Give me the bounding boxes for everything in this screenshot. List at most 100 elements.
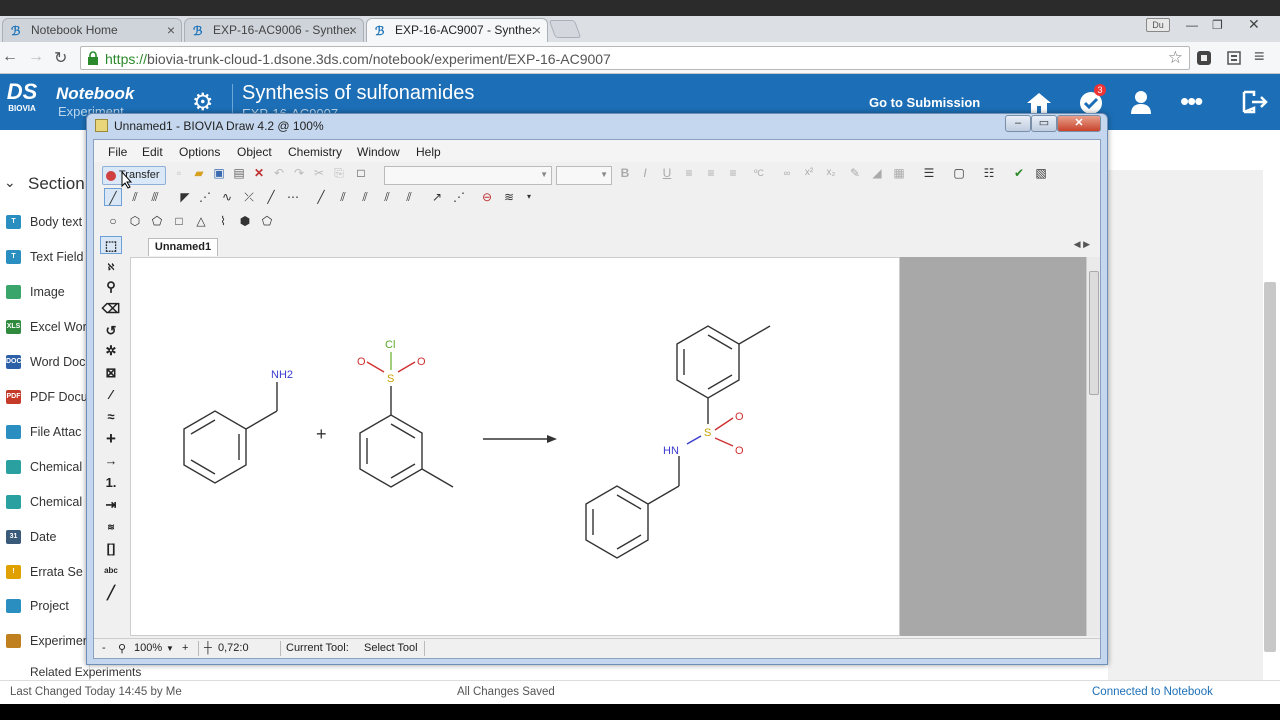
- user-profile-badge[interactable]: Du: [1146, 18, 1170, 32]
- triangle-ring-icon[interactable]: △: [192, 212, 210, 230]
- bond-options-icon[interactable]: ≋: [500, 188, 518, 206]
- section-item[interactable]: File Attac: [0, 421, 90, 443]
- tab-exp-9006[interactable]: ℬ EXP-16-AC9006 - Synthe: ×: [184, 18, 364, 42]
- canvas-vertical-scrollbar[interactable]: [1086, 257, 1100, 636]
- chain-tool-icon[interactable]: ∕: [100, 386, 122, 404]
- reader-icon[interactable]: [1226, 50, 1242, 66]
- benzene-ring-icon[interactable]: ⬢: [236, 212, 254, 230]
- close-icon[interactable]: ×: [167, 22, 175, 38]
- draw-minimize-button[interactable]: –: [1005, 115, 1031, 132]
- tab-scroll-arrows-icon[interactable]: ◀ ▶: [1074, 239, 1090, 250]
- font-name-combo[interactable]: ▼: [384, 166, 552, 185]
- home-icon[interactable]: [1026, 92, 1052, 114]
- section-item[interactable]: 31 Date: [0, 526, 90, 548]
- user-icon[interactable]: [1130, 90, 1152, 114]
- italic-icon[interactable]: I: [636, 164, 654, 182]
- menu-help[interactable]: Help: [416, 145, 441, 159]
- square-ring-icon[interactable]: □: [170, 212, 188, 230]
- delete-icon[interactable]: ✕: [250, 164, 268, 182]
- section-header[interactable]: Section: [0, 174, 90, 196]
- zoom-out-button[interactable]: -: [102, 642, 106, 654]
- line-style-icon[interactable]: ☷: [980, 164, 998, 182]
- close-icon[interactable]: ×: [533, 22, 541, 38]
- single-bond-icon[interactable]: ╱: [104, 188, 122, 206]
- line-width-icon[interactable]: ☰: [920, 164, 938, 182]
- draw-titlebar[interactable]: Unnamed1 - BIOVIA Draw 4.2 @ 100% – ▭ ✕: [87, 114, 1107, 138]
- extension-icon[interactable]: [1196, 50, 1212, 66]
- underline-icon[interactable]: U: [658, 164, 676, 182]
- section-item[interactable]: XLS Excel Wor: [0, 316, 90, 338]
- bracket-tool-icon[interactable]: []: [100, 540, 122, 558]
- wavy-bond-icon[interactable]: ∿: [218, 188, 236, 206]
- grid-icon[interactable]: ▧: [1032, 164, 1050, 182]
- menu-options[interactable]: Options: [179, 145, 220, 159]
- bold-icon[interactable]: B: [616, 164, 634, 182]
- section-item[interactable]: Experimen: [0, 630, 90, 652]
- reactant-tosyl-chloride[interactable]: [359, 352, 454, 488]
- bond-select-icon[interactable]: ⊠: [100, 364, 122, 382]
- redo-icon[interactable]: ↷: [290, 164, 308, 182]
- atom-map-tool-icon[interactable]: ≋: [100, 518, 122, 536]
- reload-icon[interactable]: ↻: [54, 48, 67, 68]
- stereo-icon[interactable]: ⊖: [478, 188, 496, 206]
- product-sulfonamide[interactable]: [585, 325, 771, 559]
- lasso-tool-icon[interactable]: ℵ: [100, 258, 122, 276]
- double-either-bond-icon[interactable]: ⫽: [334, 188, 352, 206]
- forward-arrow-icon[interactable]: →: [28, 48, 44, 66]
- bookmark-star-icon[interactable]: ☆: [1168, 48, 1183, 68]
- align-center-icon[interactable]: ≡: [702, 164, 720, 182]
- save-icon[interactable]: ▣: [210, 164, 228, 182]
- select-tool-icon[interactable]: ⬚: [100, 236, 122, 254]
- draw-close-button[interactable]: ✕: [1057, 115, 1101, 132]
- line-tool-icon[interactable]: ╱: [100, 584, 122, 602]
- pen-color-icon[interactable]: ✎: [846, 164, 864, 182]
- zoom-in-button[interactable]: +: [182, 642, 188, 654]
- copy-icon[interactable]: ⎘: [330, 164, 348, 182]
- plus-tool-icon[interactable]: +: [100, 430, 122, 448]
- hatch-icon[interactable]: ▦: [890, 164, 908, 182]
- section-item[interactable]: DOC Word Doc: [0, 351, 90, 373]
- wavy-line-tool-icon[interactable]: ≈: [100, 408, 122, 426]
- drawing-canvas[interactable]: NH2 + Cl S O O S O O HN: [130, 257, 900, 636]
- transfer-button[interactable]: Transfer: [102, 166, 166, 185]
- maximize-icon[interactable]: ❐: [1212, 18, 1223, 32]
- reactant-benzylamine[interactable]: [183, 382, 278, 484]
- border-icon[interactable]: ▢: [950, 164, 968, 182]
- tab-exp-9007[interactable]: ℬ EXP-16-AC9007 - Synthe: ×: [366, 18, 548, 42]
- open-folder-icon[interactable]: ▰: [190, 164, 208, 182]
- close-window-icon[interactable]: ✕: [1248, 16, 1260, 33]
- more-icon[interactable]: •••: [1180, 86, 1203, 117]
- tab-notebook-home[interactable]: ℬ Notebook Home ×: [2, 18, 182, 42]
- close-icon[interactable]: ×: [349, 22, 357, 38]
- browser-menu-icon[interactable]: ≡: [1254, 46, 1265, 67]
- dashed-bond-icon[interactable]: ⋯: [284, 188, 302, 206]
- superscript-icon[interactable]: x²: [800, 164, 818, 182]
- section-item[interactable]: Chemical: [0, 456, 90, 478]
- chain-icon[interactable]: ⌇: [214, 212, 232, 230]
- back-arrow-icon[interactable]: ←: [2, 48, 18, 66]
- special-char-icon[interactable]: ºC: [750, 164, 768, 182]
- cut-icon[interactable]: ✂: [310, 164, 328, 182]
- menu-object[interactable]: Object: [237, 145, 272, 159]
- section-item[interactable]: Image: [0, 281, 90, 303]
- rotate-tool-icon[interactable]: ↺: [100, 322, 122, 340]
- single-aromatic-bond-icon[interactable]: ⫽: [378, 188, 396, 206]
- symbol-icon[interactable]: ∞: [778, 164, 796, 182]
- new-document-icon[interactable]: ▫: [170, 164, 188, 182]
- tab-unnamed1[interactable]: Unnamed1: [148, 238, 218, 256]
- menu-chemistry[interactable]: Chemistry: [288, 145, 342, 159]
- reaction-arrow-tool-icon[interactable]: ⇥: [100, 496, 122, 514]
- logout-icon[interactable]: [1242, 90, 1268, 114]
- section-item[interactable]: Chemical: [0, 491, 90, 513]
- wedge-bond-icon[interactable]: ◤: [176, 188, 194, 206]
- cis-trans-bond-icon[interactable]: ⤫: [240, 188, 258, 206]
- subscript-icon[interactable]: x₂: [822, 164, 840, 182]
- atom-tool-icon[interactable]: ✲: [100, 342, 122, 360]
- dative-bond-icon[interactable]: ↗: [428, 188, 446, 206]
- section-item[interactable]: ! Errata Se: [0, 561, 90, 583]
- section-item[interactable]: T Text Field: [0, 246, 90, 268]
- align-right-icon[interactable]: ≡: [724, 164, 742, 182]
- menu-file[interactable]: File: [108, 145, 127, 159]
- menu-window[interactable]: Window: [357, 145, 400, 159]
- draw-maximize-button[interactable]: ▭: [1031, 115, 1057, 132]
